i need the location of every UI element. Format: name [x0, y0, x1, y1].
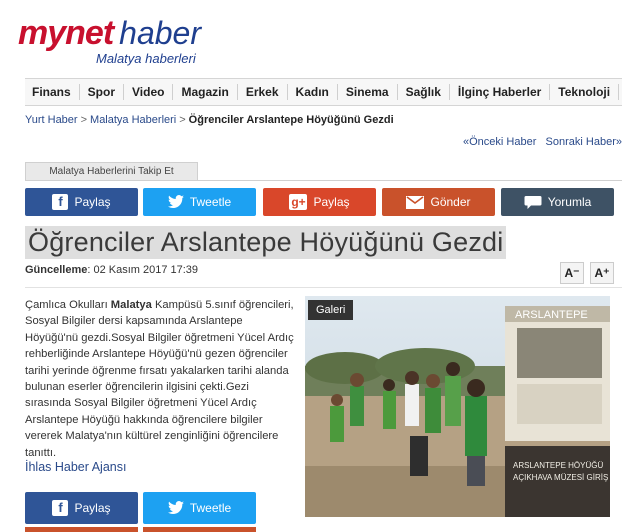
- sign-bottom-line2: AÇIKHAVA MÜZESİ GİRİŞ: [513, 473, 608, 482]
- nav-item-magazin[interactable]: Magazin: [173, 84, 238, 100]
- facebook-share-label: Paylaş: [74, 195, 111, 209]
- twitter-bird-icon: [167, 195, 184, 209]
- nav-item-teknoloji[interactable]: Teknoloji: [550, 84, 620, 100]
- logo-subtitle[interactable]: Malatya haberleri: [96, 51, 196, 66]
- twitter-share-button[interactable]: Tweetle: [143, 188, 256, 216]
- facebook-share-label: Paylaş: [74, 501, 111, 515]
- logo-mynet-text: mynet: [18, 14, 114, 52]
- nav-item-video[interactable]: Video: [124, 84, 174, 100]
- sign-bottom-line1: ARSLANTEPE HÖYÜĞÜ: [513, 461, 603, 470]
- follow-malatya-tab[interactable]: Malatya Haberlerini Takip Et: [25, 162, 198, 181]
- main-nav: Finans Spor Video Magazin Erkek Kadın Si…: [25, 78, 622, 106]
- breadcrumb: Yurt Haber > Malatya Haberleri > Öğrenciler …: [25, 114, 394, 126]
- update-value: : 02 Kasım 2017 17:39: [87, 264, 199, 276]
- twitter-share-button-bottom[interactable]: Tweetle: [143, 492, 256, 524]
- nav-item-saglik[interactable]: Sağlık: [398, 84, 450, 100]
- googleplus-share-button[interactable]: g+ Paylaş: [263, 188, 376, 216]
- facebook-share-button[interactable]: f Paylaş: [25, 188, 138, 216]
- breadcrumb-malatya-haberleri[interactable]: Malatya Haberleri: [90, 114, 176, 126]
- nav-item-erkek[interactable]: Erkek: [238, 84, 288, 100]
- article-body-text: Kampüsü 5.sınıf öğrencileri, Sosyal Bilg…: [25, 299, 294, 459]
- font-decrease-button[interactable]: A⁻: [560, 262, 584, 284]
- breadcrumb-current: Öğrenciler Arslantepe Höyüğünü Gezdi: [188, 114, 394, 126]
- nav-item-sinema[interactable]: Sinema: [338, 84, 398, 100]
- article-body-location: Malatya: [110, 299, 152, 311]
- article-pager: «Önceki Haber Sonraki Haber»: [463, 136, 622, 148]
- article-body-lead: Çamlıca Okulları: [25, 299, 111, 311]
- news-agency[interactable]: İhlas Haber Ajansı: [25, 460, 126, 474]
- facebook-share-button-bottom[interactable]: f Paylaş: [25, 492, 138, 524]
- mail-icon: [406, 195, 425, 209]
- comment-button[interactable]: Yorumla: [501, 188, 614, 216]
- googleplus-share-label: Paylaş: [313, 195, 350, 209]
- article-title: Öğrenciler Arslantepe Höyüğünü Gezdi: [25, 226, 507, 259]
- comment-bubble-icon: [524, 195, 542, 210]
- prev-article-link[interactable]: «Önceki Haber: [463, 136, 536, 148]
- nav-item-kadin[interactable]: Kadın: [288, 84, 338, 100]
- googleplus-share-button-bottom-partial[interactable]: [25, 527, 138, 532]
- gallery-photo[interactable]: ARSLANTEPE ARSLANTEPE HÖYÜĞÜ AÇIKHAVA MÜ…: [305, 296, 610, 517]
- nav-item-ilginc-haberler[interactable]: İlginç Haberler: [450, 84, 551, 100]
- article-body: Çamlıca Okulları Malatya Kampüsü 5.sınıf…: [25, 297, 297, 461]
- twitter-share-label: Tweetle: [189, 501, 232, 515]
- update-time: Güncelleme: 02 Kasım 2017 17:39: [25, 264, 198, 276]
- update-label: Güncelleme: [25, 264, 88, 276]
- font-increase-button[interactable]: A⁺: [590, 262, 614, 284]
- facebook-icon: f: [52, 194, 69, 210]
- nav-item-spor[interactable]: Spor: [80, 84, 125, 100]
- googleplus-icon: g+: [289, 194, 308, 210]
- logo-haber-text: haber: [119, 15, 201, 51]
- site-logo[interactable]: mynet haber: [18, 14, 201, 52]
- title-divider: [25, 287, 622, 288]
- share-divider: [25, 180, 622, 181]
- next-article-link[interactable]: Sonraki Haber»: [546, 136, 622, 148]
- gmail-send-button[interactable]: Gönder: [382, 188, 495, 216]
- twitter-bird-icon: [167, 501, 184, 515]
- gallery-tag[interactable]: Galeri: [308, 300, 354, 320]
- gmail-send-label: Gönder: [430, 195, 471, 209]
- twitter-share-label: Tweetle: [189, 195, 232, 209]
- breadcrumb-separator: >: [179, 114, 186, 126]
- sign-top-text: ARSLANTEPE: [515, 309, 588, 321]
- breadcrumb-separator: >: [80, 114, 88, 126]
- gmail-send-button-bottom-partial[interactable]: [143, 527, 256, 532]
- nav-item-finans[interactable]: Finans: [25, 84, 80, 100]
- comment-label: Yorumla: [547, 195, 592, 209]
- breadcrumb-yurt-haber[interactable]: Yurt Haber: [25, 114, 78, 126]
- facebook-icon: f: [52, 500, 69, 516]
